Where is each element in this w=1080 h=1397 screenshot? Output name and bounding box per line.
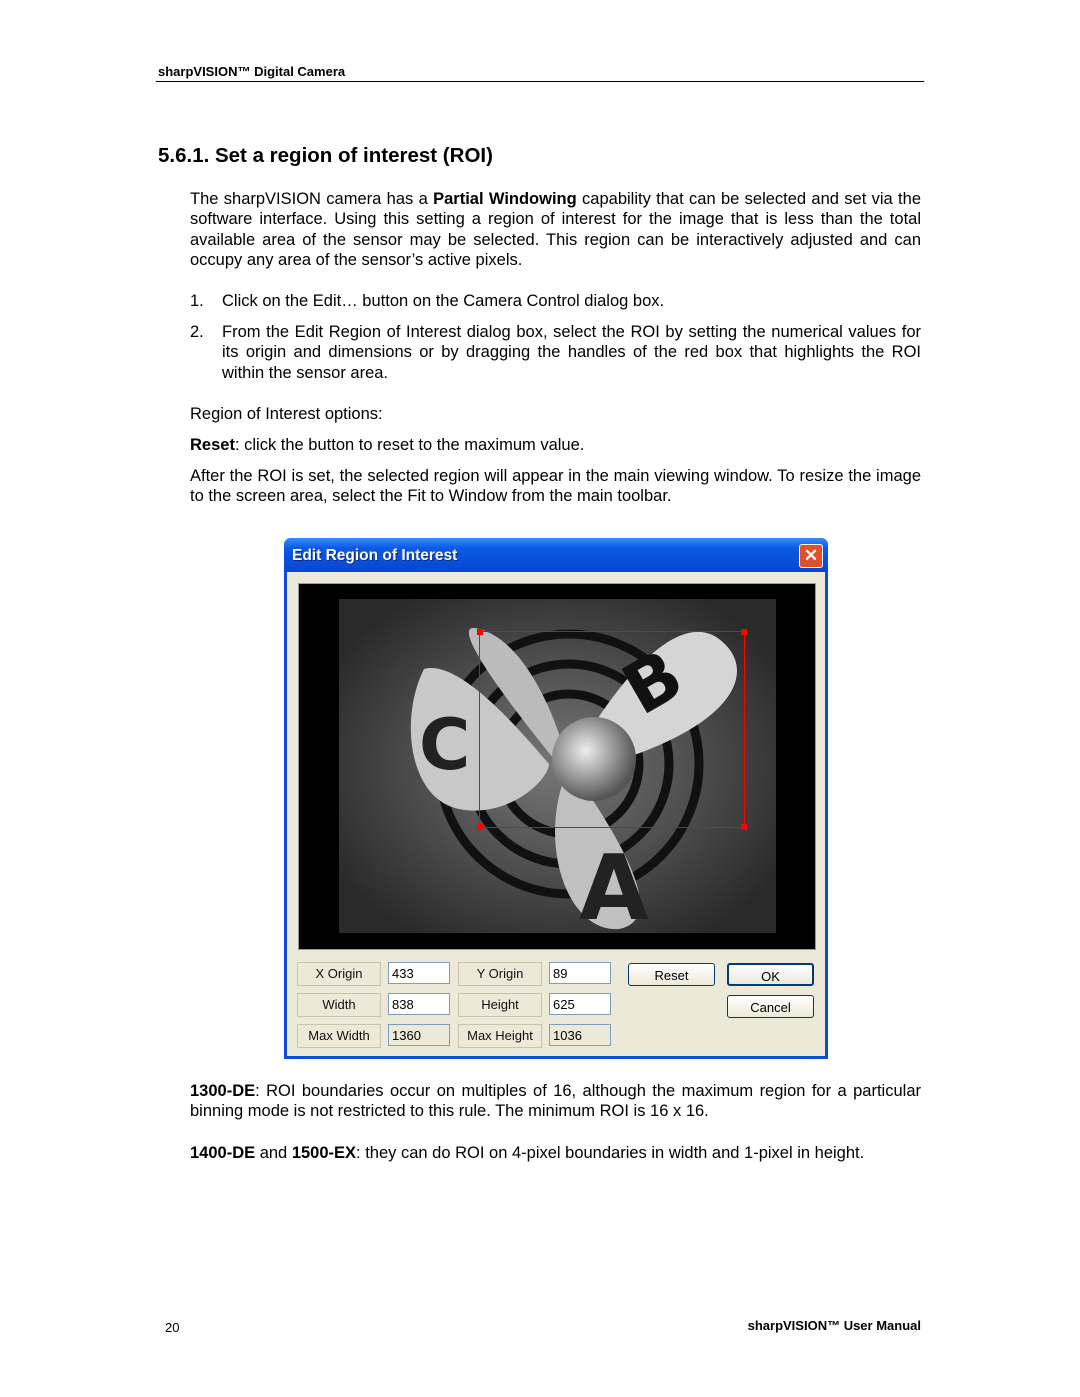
ok-button[interactable]: OK xyxy=(727,963,814,986)
roi-handle[interactable] xyxy=(477,824,483,830)
bold-text: 1500-EX xyxy=(291,1144,357,1162)
svg-text:A: A xyxy=(579,836,649,933)
edit-roi-dialog: Edit Region of Interest ✕ B A C X Origin… xyxy=(284,538,828,1059)
section-title: 5.6.1. Set a region of interest (ROI) xyxy=(158,144,493,167)
roi-handle[interactable] xyxy=(741,629,747,635)
note-1400de-1500ex: 1400-DE and 1500-EX: they can do ROI on … xyxy=(190,1143,921,1163)
height-input[interactable]: 625 xyxy=(549,993,611,1015)
roi-handle[interactable] xyxy=(477,629,483,635)
width-label: Width xyxy=(297,993,381,1017)
header-rule xyxy=(156,81,924,82)
text: : click the button to reset to the maxim… xyxy=(234,436,585,454)
dialog-title: Edit Region of Interest xyxy=(292,547,458,564)
dialog-client: B A C X Origin 433 Y Origin 89 Width 838… xyxy=(287,572,825,1056)
max-width-label: Max Width xyxy=(297,1024,381,1048)
list-text: Click on the Edit… button on the Camera … xyxy=(222,292,665,310)
list-number: 1. xyxy=(190,292,204,310)
text: and xyxy=(255,1144,292,1162)
y-origin-label: Y Origin xyxy=(458,962,542,986)
bold-text: 1300-DE xyxy=(190,1082,256,1100)
sensor-viewer[interactable]: B A C xyxy=(298,583,816,950)
intro-paragraph: The sharpVISION camera has a Partial Win… xyxy=(190,189,921,270)
after-roi-paragraph: After the ROI is set, the selected regio… xyxy=(190,467,921,506)
max-height-value: 1036 xyxy=(549,1024,611,1046)
x-origin-input[interactable]: 433 xyxy=(388,962,450,984)
running-header: sharpVISION™ Digital Camera xyxy=(158,64,346,79)
bold-text: 1400-DE xyxy=(190,1144,256,1162)
reset-button[interactable]: Reset xyxy=(628,963,715,986)
list-text: From the Edit Region of Interest dialog … xyxy=(222,323,921,382)
note-1300de: 1300-DE: ROI boundaries occur on multipl… xyxy=(190,1081,921,1122)
svg-text:C: C xyxy=(419,704,470,786)
y-origin-input[interactable]: 89 xyxy=(549,962,611,984)
max-width-value: 1360 xyxy=(388,1024,450,1046)
list-number: 2. xyxy=(190,323,204,341)
cancel-button[interactable]: Cancel xyxy=(727,995,814,1018)
x-origin-label: X Origin xyxy=(297,962,381,986)
page-number: 20 xyxy=(165,1320,180,1335)
text: : they can do ROI on 4-pixel boundaries … xyxy=(356,1144,865,1162)
max-height-label: Max Height xyxy=(458,1024,542,1048)
height-label: Height xyxy=(458,993,542,1017)
reset-paragraph: Reset: click the button to reset to the … xyxy=(190,435,921,455)
dialog-title-bar[interactable]: Edit Region of Interest ✕ xyxy=(284,538,828,572)
footer-title: sharpVISION™ User Manual xyxy=(747,1318,921,1333)
list-item: 1. Click on the Edit… button on the Camer… xyxy=(190,291,921,311)
list-item: 2. From the Edit Region of Interest dialo… xyxy=(190,322,921,383)
bold-text: Reset xyxy=(190,436,235,454)
options-label: Region of Interest options: xyxy=(190,405,383,423)
text: The sharpVISION camera has a xyxy=(190,190,434,208)
roi-handle[interactable] xyxy=(741,824,747,830)
width-input[interactable]: 838 xyxy=(388,993,450,1015)
close-icon[interactable]: ✕ xyxy=(799,544,823,568)
manual-page: sharpVISION™ Digital Camera 5.6.1. Set a… xyxy=(0,0,1080,1397)
bold-text: Partial Windowing xyxy=(433,190,577,208)
text: : ROI boundaries occur on multiples of 1… xyxy=(190,1082,921,1121)
roi-box[interactable] xyxy=(477,629,747,830)
